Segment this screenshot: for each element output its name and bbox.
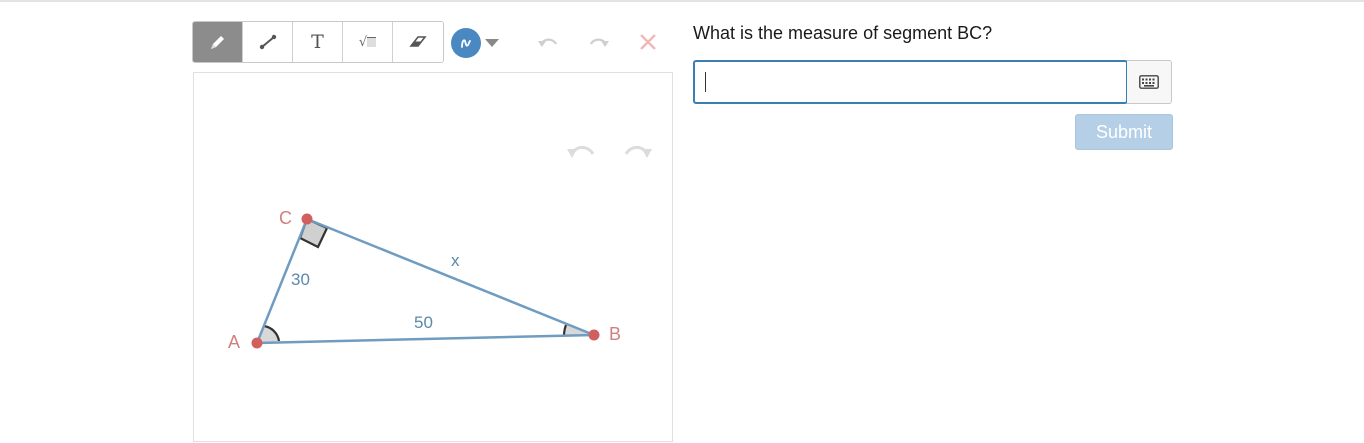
edge-cb [306, 217, 595, 337]
side-bc-label: x [451, 251, 460, 270]
line-tool-button[interactable] [243, 22, 293, 62]
top-divider [0, 0, 1364, 2]
undo-button[interactable] [534, 29, 562, 55]
undo-icon [538, 38, 557, 47]
text-icon: T [311, 31, 324, 53]
keyboard-button[interactable] [1127, 60, 1172, 104]
eraser-icon [409, 36, 427, 47]
edge-ab [256, 333, 595, 345]
side-ac-label: 30 [291, 270, 310, 289]
redo-button[interactable] [585, 29, 613, 55]
triangle-figure [251, 213, 600, 349]
vertex-a-label: A [228, 332, 241, 352]
vertex-b-label: B [609, 324, 622, 344]
color-picker[interactable] [451, 28, 499, 58]
close-icon [640, 34, 656, 50]
keyboard-icon [1139, 75, 1159, 89]
vertex-c-point [301, 213, 313, 225]
math-tool-button[interactable]: √ [343, 22, 393, 62]
text-tool-button[interactable]: T [293, 22, 343, 62]
text-cursor [705, 72, 706, 92]
redo-icon [590, 38, 609, 47]
answer-input[interactable] [693, 60, 1128, 104]
vertex-a-point [251, 337, 263, 349]
chevron-down-icon [485, 39, 499, 47]
vertex-b-point [588, 329, 600, 341]
submit-button[interactable]: Submit [1075, 114, 1173, 150]
drawing-toolbar: T √ [192, 21, 444, 63]
side-ab-label: 50 [414, 313, 433, 332]
clear-button[interactable] [634, 29, 662, 55]
line-segment-icon [259, 34, 276, 50]
pencil-tool-button[interactable] [193, 22, 243, 62]
pencil-icon [210, 36, 224, 49]
vertex-c-label: C [279, 208, 292, 228]
eraser-tool-button[interactable] [393, 22, 443, 62]
question-text: What is the measure of segment BC? [693, 23, 993, 43]
color-swatch-icon [451, 28, 481, 58]
geometry-canvas[interactable]: C A B 30 50 x [193, 72, 673, 442]
sqrt-icon: √ [359, 35, 377, 50]
